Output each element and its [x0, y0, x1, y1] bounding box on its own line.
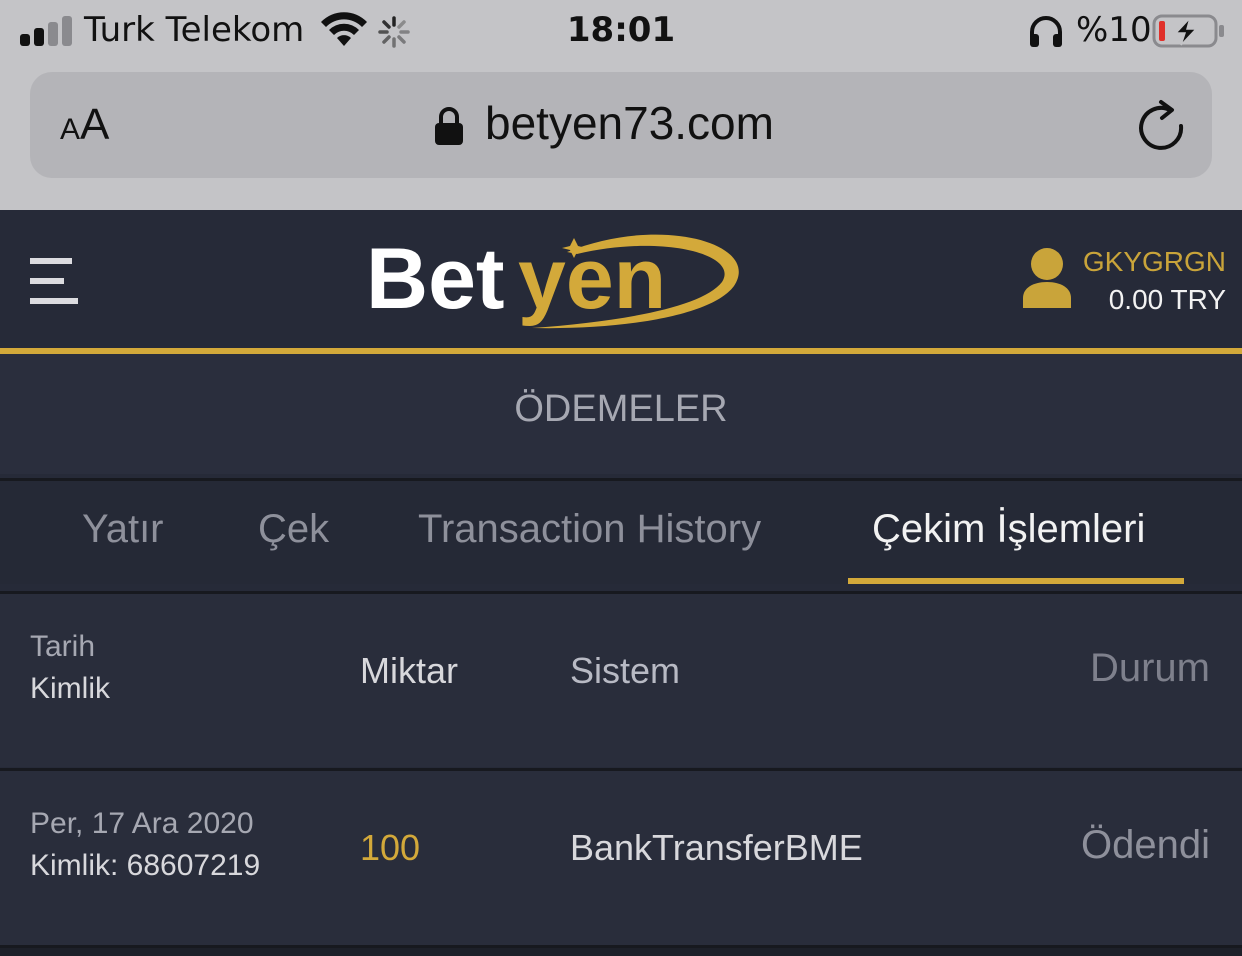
username[interactable]: GKYGRGN: [1083, 246, 1226, 278]
row-date: Per, 17 Ara 2020: [30, 807, 254, 840]
table-bottom-divider: [0, 945, 1242, 956]
site-header: Bet yen GKYGRGN 0.00 TRY: [0, 210, 1242, 348]
headphones-icon: [1030, 16, 1062, 47]
battery-charging-icon: [1152, 14, 1224, 48]
balance: 0.00 TRY: [1108, 284, 1226, 315]
column-header-sistem: Sistem: [570, 650, 681, 691]
page-title: ÖDEMELER: [514, 388, 728, 430]
withdrawals-table: Tarih Kimlik Miktar Sistem Durum Per, 17…: [0, 587, 1242, 956]
row-system: BankTransferBME: [570, 827, 863, 868]
tab-transaction-history[interactable]: Transaction History: [418, 507, 761, 552]
lock-icon: [435, 107, 463, 145]
tab-cekim-islemleri[interactable]: Çekim İşlemleri: [872, 507, 1145, 552]
table-row[interactable]: Per, 17 Ara 2020 Kimlik: 68607219 100 Ba…: [0, 768, 1242, 948]
column-header-kimlik: Kimlik: [30, 672, 110, 705]
table-header: Tarih Kimlik Miktar Sistem Durum: [0, 591, 1242, 767]
address-bar[interactable]: AA betyen73.com: [30, 72, 1212, 178]
tab-bar: Yatır Çek Transaction History Çekim İşle…: [0, 478, 1242, 584]
text-size-button[interactable]: AA: [60, 100, 109, 150]
menu-icon[interactable]: [30, 258, 78, 306]
column-header-durum: Durum: [1089, 646, 1210, 690]
betyen-logo[interactable]: Bet yen: [362, 224, 752, 342]
row-id: Kimlik: 68607219: [30, 849, 261, 882]
tab-cek[interactable]: Çek: [258, 507, 329, 552]
reload-icon[interactable]: [1134, 96, 1190, 154]
tab-yatir[interactable]: Yatır: [82, 507, 164, 552]
user-avatar-icon[interactable]: [1020, 246, 1074, 310]
row-status: Ödendi: [1081, 823, 1210, 867]
svg-text:Bet: Bet: [366, 231, 505, 327]
battery-percentage: %10: [1076, 10, 1152, 50]
browser-chrome: Turk Telekom 18:01 %10 AA betyen73.com: [0, 0, 1242, 210]
active-tab-indicator: [848, 578, 1184, 584]
row-amount: 100: [360, 827, 421, 868]
column-header-tarih: Tarih: [30, 630, 96, 663]
section-title-bar: ÖDEMELER: [0, 354, 1242, 474]
url-text[interactable]: betyen73.com: [485, 96, 774, 150]
column-header-miktar: Miktar: [360, 650, 458, 691]
status-bar: Turk Telekom 18:01 %10: [0, 0, 1242, 64]
